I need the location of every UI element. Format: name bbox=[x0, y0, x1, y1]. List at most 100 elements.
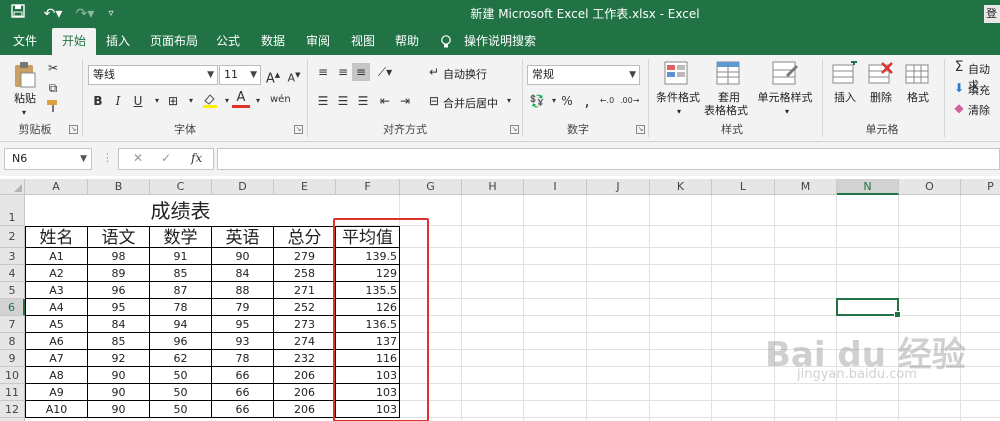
grid-cell[interactable] bbox=[587, 367, 650, 384]
table-cell[interactable]: 98 bbox=[88, 248, 150, 265]
merge-center-button[interactable]: 合并后居中 bbox=[443, 95, 498, 111]
align-right-icon[interactable]: ☰ bbox=[354, 92, 372, 110]
tab-help[interactable]: 帮助 bbox=[386, 28, 428, 55]
table-header-cell[interactable]: 数学 bbox=[150, 226, 212, 248]
grid-cell[interactable] bbox=[899, 265, 961, 282]
grid-cell[interactable] bbox=[712, 299, 775, 316]
underline-button[interactable]: U bbox=[129, 92, 147, 110]
grid-cell[interactable] bbox=[837, 248, 899, 265]
grid-cell[interactable] bbox=[712, 401, 775, 418]
grid-cell[interactable] bbox=[837, 195, 899, 226]
cancel-icon[interactable]: ✕ bbox=[133, 151, 143, 165]
font-size-combo[interactable]: 11 ▼ bbox=[219, 65, 261, 85]
column-header[interactable]: I bbox=[524, 179, 587, 195]
table-cell[interactable]: 279 bbox=[274, 248, 336, 265]
grid-cell[interactable] bbox=[775, 226, 837, 248]
table-cell[interactable]: 87 bbox=[150, 282, 212, 299]
delete-cells-icon[interactable] bbox=[868, 61, 894, 87]
row-header[interactable]: 11 bbox=[0, 384, 25, 401]
table-cell[interactable]: 90 bbox=[88, 384, 150, 401]
grid-cell[interactable] bbox=[462, 401, 524, 418]
italic-button[interactable]: I bbox=[109, 92, 127, 110]
table-cell[interactable]: A5 bbox=[25, 316, 88, 333]
align-left-icon[interactable]: ☰ bbox=[314, 92, 332, 110]
column-header[interactable]: E bbox=[274, 179, 336, 195]
grid-cell[interactable] bbox=[961, 248, 1000, 265]
table-cell[interactable]: 90 bbox=[212, 248, 274, 265]
table-cell[interactable]: 95 bbox=[88, 299, 150, 316]
grid-cell[interactable] bbox=[650, 195, 712, 226]
grid-cell[interactable] bbox=[837, 384, 899, 401]
font-color-dropdown-icon[interactable]: ▾ bbox=[249, 92, 267, 110]
table-cell[interactable]: 66 bbox=[212, 367, 274, 384]
formula-input[interactable] bbox=[217, 148, 1000, 170]
grid-cell[interactable] bbox=[899, 226, 961, 248]
row-header[interactable]: 8 bbox=[0, 333, 25, 350]
grid-cell[interactable] bbox=[587, 350, 650, 367]
row-header[interactable]: 10 bbox=[0, 367, 25, 384]
table-header-cell[interactable]: 英语 bbox=[212, 226, 274, 248]
grid-cell[interactable] bbox=[524, 226, 587, 248]
table-cell[interactable]: A10 bbox=[25, 401, 88, 418]
align-bottom-icon[interactable]: ≡ bbox=[352, 63, 370, 81]
grid-cell[interactable] bbox=[837, 282, 899, 299]
increase-decimal-icon[interactable]: ←.0 bbox=[598, 92, 616, 110]
fill-down-icon[interactable]: ⬇ bbox=[950, 79, 968, 97]
borders-icon[interactable]: ⊞ bbox=[164, 92, 182, 110]
grid-cell[interactable] bbox=[712, 195, 775, 226]
column-header[interactable]: H bbox=[462, 179, 524, 195]
grid-cell[interactable] bbox=[587, 248, 650, 265]
grid-cell[interactable] bbox=[650, 367, 712, 384]
row-header[interactable]: 2 bbox=[0, 226, 25, 248]
grid-cell[interactable] bbox=[462, 333, 524, 350]
alignment-launcher-icon[interactable]: ↘ bbox=[510, 125, 519, 134]
format-cells-button[interactable]: 格式 bbox=[900, 91, 936, 104]
column-header[interactable]: O bbox=[899, 179, 961, 195]
format-as-table-icon[interactable] bbox=[716, 61, 742, 87]
tab-home[interactable]: 开始 bbox=[52, 28, 96, 55]
row-header[interactable]: 3 bbox=[0, 248, 25, 265]
active-cell-outline[interactable] bbox=[836, 298, 901, 318]
grid-cell[interactable] bbox=[462, 226, 524, 248]
grid-cell[interactable] bbox=[899, 195, 961, 226]
grid-cell[interactable] bbox=[587, 316, 650, 333]
comma-style-icon[interactable]: , bbox=[578, 92, 596, 110]
font-launcher-icon[interactable]: ↘ bbox=[294, 125, 303, 134]
row-header[interactable]: 4 bbox=[0, 265, 25, 282]
column-header[interactable]: P bbox=[961, 179, 1000, 195]
grid-cell[interactable] bbox=[961, 282, 1000, 299]
table-cell[interactable]: 85 bbox=[150, 265, 212, 282]
select-all-button[interactable] bbox=[0, 179, 25, 195]
grid-cell[interactable] bbox=[650, 333, 712, 350]
grid-cell[interactable] bbox=[961, 367, 1000, 384]
table-cell[interactable]: 206 bbox=[274, 401, 336, 418]
table-cell[interactable]: 273 bbox=[274, 316, 336, 333]
grid-cell[interactable] bbox=[462, 367, 524, 384]
format-as-table-label-1[interactable]: 套用 bbox=[708, 91, 750, 104]
grid-cell[interactable] bbox=[712, 226, 775, 248]
table-cell[interactable]: 85 bbox=[88, 333, 150, 350]
grid-cell[interactable] bbox=[837, 265, 899, 282]
merge-center-icon[interactable]: ⊟ bbox=[425, 92, 443, 110]
grid-cell[interactable] bbox=[524, 367, 587, 384]
decrease-font-icon[interactable]: A▼ bbox=[285, 66, 303, 85]
grid-cell[interactable] bbox=[587, 226, 650, 248]
grid-cell[interactable] bbox=[462, 282, 524, 299]
grid-cell[interactable] bbox=[524, 265, 587, 282]
table-cell[interactable]: 62 bbox=[150, 350, 212, 367]
column-header[interactable]: G bbox=[400, 179, 462, 195]
grid-cell[interactable] bbox=[837, 401, 899, 418]
grid-cell[interactable] bbox=[712, 282, 775, 299]
number-format-combo[interactable]: 常规 ▼ bbox=[527, 65, 640, 85]
orientation-icon[interactable]: ⟋▾ bbox=[376, 63, 394, 81]
grid-cell[interactable] bbox=[775, 265, 837, 282]
insert-cells-icon[interactable] bbox=[832, 59, 858, 87]
grid-cell[interactable] bbox=[650, 299, 712, 316]
paste-icon[interactable] bbox=[12, 61, 38, 88]
copy-icon[interactable]: ⧉ bbox=[44, 79, 62, 97]
decrease-decimal-icon[interactable]: .00→ bbox=[620, 92, 639, 110]
align-center-icon[interactable]: ☰ bbox=[334, 92, 352, 110]
tab-view[interactable]: 视图 bbox=[342, 28, 384, 55]
clipboard-launcher-icon[interactable]: ↘ bbox=[69, 125, 78, 134]
row-header[interactable]: 7 bbox=[0, 316, 25, 333]
